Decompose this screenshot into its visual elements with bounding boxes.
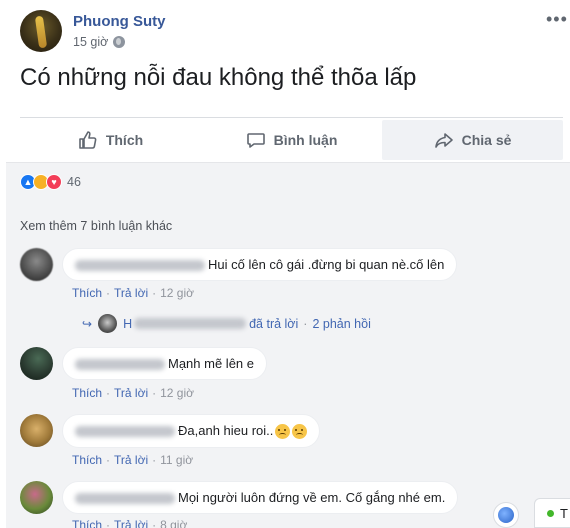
globe-icon: [113, 36, 126, 48]
comment-actions: Thích · Trả lời · 11 giờ: [72, 453, 194, 467]
reply-summary[interactable]: ↪ H đã trả lời · 2 phản hồi: [82, 314, 371, 333]
sad-emoji-icon: [292, 424, 308, 440]
thumbs-up-icon: [79, 131, 97, 149]
commenter-avatar[interactable]: [20, 248, 53, 281]
reply-arrow-icon: ↪: [82, 316, 93, 331]
commenter-avatar[interactable]: [20, 347, 53, 380]
comment-button-label: Bình luận: [273, 132, 338, 148]
like-button[interactable]: Thích: [20, 120, 201, 160]
comment-reply-link[interactable]: Trả lời: [114, 286, 148, 300]
comment-like-link[interactable]: Thích: [72, 386, 102, 400]
comment-like-link[interactable]: Thích: [72, 453, 102, 467]
replier-avatar: [98, 314, 118, 333]
comment: Mọi người luôn đứng về em. Cố gắng nhé e…: [20, 481, 459, 514]
comment-time[interactable]: 8 giờ: [160, 518, 187, 528]
commenter-avatar[interactable]: [20, 414, 53, 447]
post-text: Có những nỗi đau không thể thõa lấp: [20, 64, 417, 91]
commenter-name-redacted[interactable]: [75, 359, 165, 371]
comment-bubble: Đa,anh hieu roi..: [62, 414, 321, 449]
comment-bubble: Mạnh mẽ lên e: [62, 347, 267, 380]
commenter-name-redacted[interactable]: [75, 493, 175, 505]
post-timestamp: 15 giờ: [73, 35, 166, 49]
comment-text: Mọi người luôn đứng về em. Cố gắng nhé e…: [178, 490, 446, 505]
comment-like-link[interactable]: Thích: [72, 286, 102, 300]
comment-reply-link[interactable]: Trả lời: [114, 386, 148, 400]
chat-tab[interactable]: T: [534, 498, 570, 528]
reaction-count: 46: [67, 175, 81, 189]
comment-time[interactable]: 11 giờ: [160, 453, 193, 467]
comments-section: [6, 162, 570, 528]
commenter-name-redacted[interactable]: [75, 426, 175, 438]
share-button-label: Chia sẻ: [461, 132, 512, 148]
post-header: Phuong Suty 15 giờ: [20, 10, 166, 52]
worried-emoji-icon: [275, 424, 291, 440]
author-meta: Phuong Suty 15 giờ: [73, 13, 166, 49]
share-arrow-icon: [434, 133, 453, 148]
reply-count[interactable]: 2 phản hồi: [312, 317, 370, 331]
comment-text: Mạnh mẽ lên e: [168, 356, 254, 371]
love-reaction-icon: ♥: [46, 174, 62, 190]
action-bar: Thích Bình luận Chia sẻ: [20, 117, 563, 160]
comment-bubble: Hui cố lên cô gái .đừng bi quan nè.cố lê…: [62, 248, 458, 281]
commenter-avatar[interactable]: [20, 481, 53, 514]
comment-like-link[interactable]: Thích: [72, 518, 102, 528]
comment-actions: Thích · Trả lời · 12 giờ: [72, 286, 194, 300]
post-time-text[interactable]: 15 giờ: [73, 35, 108, 49]
view-more-comments-link[interactable]: Xem thêm 7 bình luận khác: [20, 219, 172, 233]
comment-time[interactable]: 12 giờ: [160, 286, 194, 300]
comment-text: Đa,anh hieu roi..: [178, 423, 274, 438]
comment-reply-link[interactable]: Trả lời: [114, 518, 148, 528]
replier-initial: H: [123, 316, 133, 331]
like-button-label: Thích: [105, 132, 144, 148]
comment-reply-link[interactable]: Trả lời: [114, 453, 148, 467]
comment-actions: Thích · Trả lời · 8 giờ: [72, 518, 187, 528]
chat-tab-label: T: [560, 505, 568, 521]
comment-icon: [246, 133, 265, 148]
share-button[interactable]: Chia sẻ: [382, 120, 563, 160]
reactions-summary[interactable]: ▲ ♥ 46: [20, 174, 81, 190]
globe-icon: [498, 507, 514, 523]
language-globe-button[interactable]: [493, 502, 519, 528]
comment-bubble: Mọi người luôn đứng về em. Cố gắng nhé e…: [62, 481, 459, 514]
comment: Mạnh mẽ lên e: [20, 347, 267, 380]
comment-time[interactable]: 12 giờ: [160, 386, 194, 400]
commenter-name-redacted[interactable]: [75, 260, 205, 272]
comment: Đa,anh hieu roi..: [20, 414, 321, 449]
replier-name-redacted: [134, 318, 247, 329]
comment-button[interactable]: Bình luận: [201, 120, 382, 160]
author-name[interactable]: Phuong Suty: [73, 13, 166, 30]
comment-actions: Thích · Trả lời · 12 giờ: [72, 386, 194, 400]
replied-text: đã trả lời: [249, 316, 299, 331]
comment: Hui cố lên cô gái .đừng bi quan nè.cố lê…: [20, 248, 458, 281]
online-status-dot: [547, 509, 554, 517]
more-options-icon[interactable]: •••: [546, 10, 568, 28]
comment-text: Hui cố lên cô gái .đừng bi quan nè.cố lê…: [208, 257, 445, 272]
author-avatar[interactable]: [20, 10, 62, 52]
